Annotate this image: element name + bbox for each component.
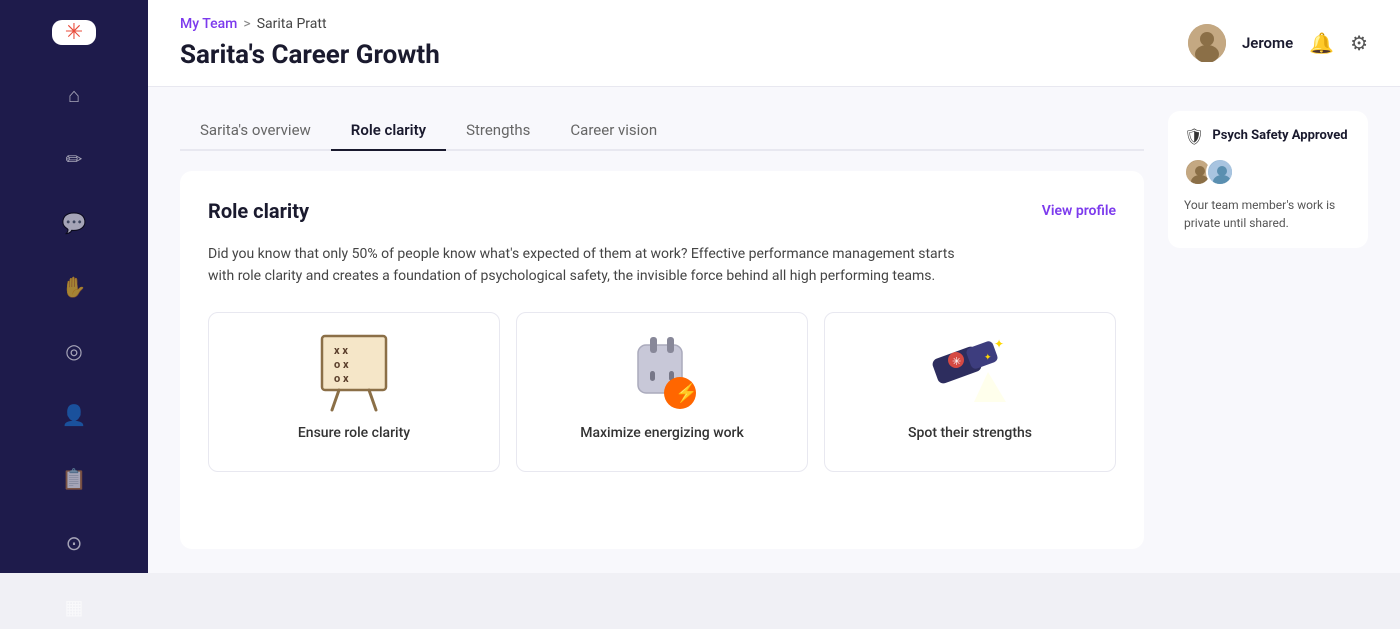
sidebar-item-home[interactable]: ⌂ — [52, 73, 96, 117]
target-icon: ◎ — [65, 339, 82, 363]
strategy-board-icon: x x o x o x — [314, 333, 394, 413]
breadcrumb-separator: > — [243, 16, 250, 32]
feature-label-role-clarity: Ensure role clarity — [298, 425, 410, 441]
main-content: My Team > Sarita Pratt Sarita's Career G… — [148, 0, 1400, 573]
chat-icon: 💬 — [62, 211, 87, 235]
svg-text:✳: ✳ — [952, 355, 961, 368]
svg-text:✦: ✦ — [994, 337, 1004, 351]
clipboard-icon: 📋 — [62, 467, 87, 491]
sidebar-item-person[interactable]: 👤 — [52, 393, 96, 437]
psych-safety-card: 🛡 Psych Safety Approved — [1168, 111, 1368, 248]
team-avatars — [1184, 158, 1352, 186]
spotlight-svg: ✦ ✦ ✳ — [930, 334, 1010, 412]
svg-text:x x: x x — [334, 344, 348, 357]
breadcrumb-nav: My Team > Sarita Pratt — [180, 16, 440, 32]
shield-icon: 🛡 — [1184, 127, 1204, 146]
tab-strengths[interactable]: Strengths — [446, 111, 550, 151]
right-panel: 🛡 Psych Safety Approved — [1168, 111, 1368, 549]
tab-saritas-overview[interactable]: Sarita's overview — [180, 111, 331, 151]
feature-card-strengths[interactable]: ✦ ✦ ✳ Spot their strengths — [824, 312, 1116, 472]
sidebar-item-settings-circle[interactable]: ⊙ — [52, 521, 96, 565]
settings-gear-icon[interactable]: ⚙ — [1350, 31, 1368, 55]
card-title: Role clarity — [208, 199, 309, 223]
psych-safety-description: Your team member's work is private until… — [1184, 196, 1352, 232]
user-name: Jerome — [1242, 34, 1293, 52]
sidebar-item-chart[interactable]: ▦ — [52, 585, 96, 629]
sidebar-navigation: ⌂ ✏ 💬 ✋ ◎ 👤 📋 ⊙ ▦ — [0, 73, 148, 629]
plug-svg: ⚡ — [622, 333, 702, 413]
psych-safety-header: 🛡 Psych Safety Approved — [1184, 127, 1352, 146]
tab-bar: Sarita's overview Role clarity Strengths… — [180, 111, 1144, 151]
sidebar-item-clipboard[interactable]: 📋 — [52, 457, 96, 501]
psych-safety-title: Psych Safety Approved — [1212, 128, 1347, 145]
team-avatar-2 — [1206, 158, 1234, 186]
tab-role-clarity[interactable]: Role clarity — [331, 111, 446, 151]
feature-card-role-clarity[interactable]: x x o x o x Ensure role clarity — [208, 312, 500, 472]
sidebar-item-chat[interactable]: 💬 — [52, 201, 96, 245]
sidebar-item-target[interactable]: ◎ — [52, 329, 96, 373]
feature-label-energizing-work: Maximize energizing work — [580, 425, 744, 441]
main-panel: Sarita's overview Role clarity Strengths… — [180, 111, 1144, 549]
strategy-board-svg: x x o x o x — [314, 334, 394, 412]
svg-text:⚡: ⚡ — [675, 382, 697, 404]
sidebar-item-edit[interactable]: ✏ — [52, 137, 96, 181]
card-header: Role clarity View profile — [208, 199, 1116, 223]
edit-icon: ✏ — [66, 147, 83, 171]
chart-icon: ▦ — [65, 595, 84, 619]
user-avatar-img — [1188, 24, 1226, 62]
role-clarity-card: Role clarity View profile Did you know t… — [180, 171, 1144, 549]
content-area: Sarita's overview Role clarity Strengths… — [148, 87, 1400, 573]
my-team-link[interactable]: My Team — [180, 16, 237, 32]
home-icon: ⌂ — [68, 83, 80, 108]
feature-cards: x x o x o x Ensure role clarity — [208, 312, 1116, 472]
breadcrumb: My Team > Sarita Pratt Sarita's Career G… — [180, 16, 440, 70]
tab-career-vision[interactable]: Career vision — [550, 111, 677, 151]
spotlight-icon: ✦ ✦ ✳ — [930, 333, 1010, 413]
card-description: Did you know that only 50% of people kno… — [208, 243, 958, 288]
feature-label-strengths: Spot their strengths — [908, 425, 1032, 441]
feature-card-energizing-work[interactable]: ⚡ Maximize energizing work — [516, 312, 808, 472]
svg-text:o x: o x — [334, 358, 349, 371]
plug-icon: ⚡ — [622, 333, 702, 413]
svg-text:o x: o x — [334, 372, 349, 385]
app-logo-icon: ✳ — [65, 20, 83, 45]
sidebar-logo[interactable]: ✳ — [52, 20, 96, 45]
view-profile-link[interactable]: View profile — [1042, 203, 1116, 219]
page-header: My Team > Sarita Pratt Sarita's Career G… — [148, 0, 1400, 87]
sidebar-item-hand[interactable]: ✋ — [52, 265, 96, 309]
svg-text:✦: ✦ — [984, 353, 992, 363]
settings-circle-icon: ⊙ — [66, 531, 83, 555]
sidebar: ✳ ⌂ ✏ 💬 ✋ ◎ 👤 📋 ⊙ ▦ — [0, 0, 148, 573]
notification-bell-icon[interactable]: 🔔 — [1309, 31, 1334, 55]
page-title: Sarita's Career Growth — [180, 40, 440, 70]
hand-icon: ✋ — [62, 275, 87, 299]
breadcrumb-current-page: Sarita Pratt — [257, 16, 327, 32]
avatar — [1188, 24, 1226, 62]
header-right: Jerome 🔔 ⚙ — [1188, 24, 1368, 62]
person-icon: 👤 — [62, 403, 87, 427]
